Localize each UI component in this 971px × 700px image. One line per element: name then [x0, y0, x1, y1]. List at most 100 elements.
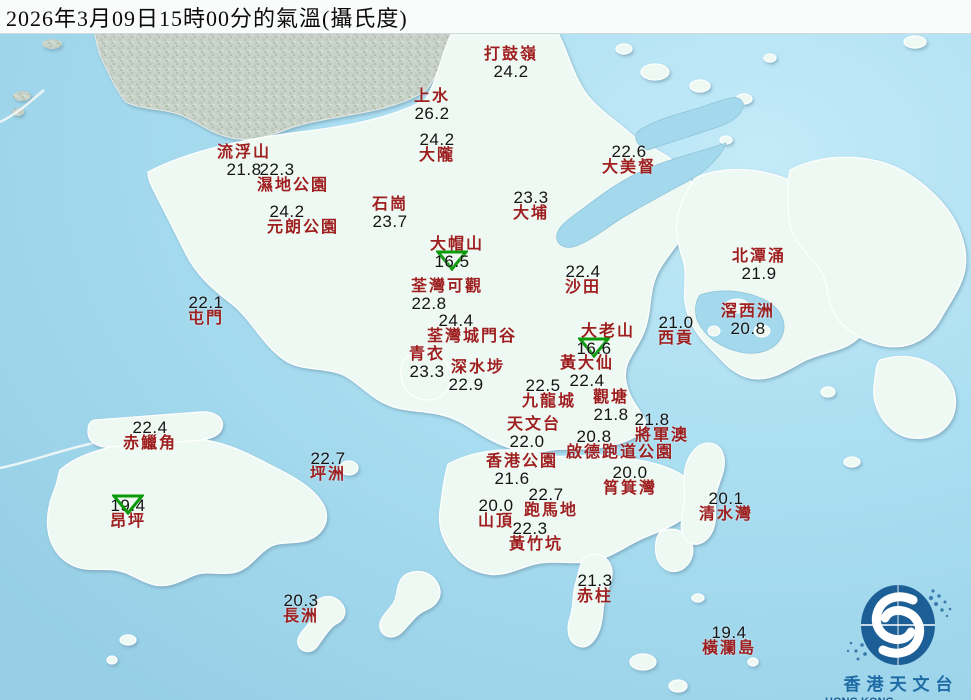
station-name: 清水灣 — [699, 507, 753, 523]
hko-logo: 香港天文台 HONG KONG OBSERVATORY — [825, 583, 971, 700]
temperature-map-screen: 2026年3月09日15時00分的氣溫(攝氏度) 打鼓嶺 24.2 上水 26.… — [0, 0, 971, 700]
station-temperature-value: 20.0 — [612, 464, 647, 481]
station-name: 大老山 — [581, 324, 635, 340]
station-name: 荃灣可觀 — [411, 279, 483, 295]
station-name: 流浮山 — [217, 145, 271, 161]
title-bar: 2026年3月09日15時00分的氣溫(攝氏度) — [0, 0, 971, 34]
station: 赤鱲角 22.4 — [123, 419, 177, 453]
station-name: 黃竹坑 — [509, 537, 563, 553]
station: 橫瀾島 19.4 — [702, 624, 756, 658]
station-name: 昂坪 — [110, 514, 146, 530]
station-temperature-value: 20.1 — [708, 490, 743, 507]
station-name: 西貢 — [658, 331, 694, 347]
station-name: 元朗公園 — [267, 220, 339, 236]
station: 元朗公園 24.2 — [267, 203, 339, 237]
station-name: 天文台 — [507, 417, 561, 433]
station-name: 大埔 — [513, 206, 549, 222]
station-name: 筲箕灣 — [603, 481, 657, 497]
station: 荃灣可觀 22.8 — [411, 279, 483, 313]
station-temperature-value: 23.3 — [409, 363, 444, 380]
station: 大隴 24.2 — [419, 131, 455, 165]
station: 赤柱 21.3 — [577, 572, 613, 606]
station-temperature-value: 23.7 — [372, 213, 407, 230]
station: 坪洲 22.7 — [310, 450, 346, 484]
station-temperature-value: 19.4 — [110, 497, 145, 514]
station: 黃竹坑 22.3 — [509, 520, 563, 554]
station: 打鼓嶺 24.2 — [484, 47, 538, 81]
station: 九龍城 22.5 — [522, 377, 576, 411]
station-name: 長洲 — [283, 609, 319, 625]
station-temperature-value: 22.4 — [132, 419, 167, 436]
station: 長洲 20.3 — [283, 592, 319, 626]
station: 濕地公園 22.3 — [257, 161, 329, 195]
station-name: 石崗 — [372, 197, 408, 213]
station-temperature-value: 20.0 — [478, 497, 513, 514]
station-temperature-value: 22.1 — [188, 294, 223, 311]
station: 屯門 22.1 — [188, 294, 224, 328]
station-temperature-value: 23.3 — [513, 189, 548, 206]
station: 香港公園 21.6 — [486, 454, 558, 488]
station-temperature-value: 22.3 — [512, 520, 547, 537]
station-temperature-value: 22.7 — [528, 486, 563, 503]
station-temperature-value: 22.0 — [509, 433, 544, 450]
station-temperature-value: 22.7 — [310, 450, 345, 467]
station: 大帽山 16.5 — [430, 237, 484, 271]
station-temperature-value: 19.4 — [711, 624, 746, 641]
station-temperature-value: 20.3 — [283, 592, 318, 609]
station: 大埔 23.3 — [513, 189, 549, 223]
station-temperature-value: 20.8 — [730, 320, 765, 337]
station: 深水埗 22.9 — [451, 360, 505, 394]
hko-logo-text-zh: 香港天文台 — [838, 670, 959, 695]
station-temperature-value: 22.3 — [259, 161, 294, 178]
station: 大美督 22.6 — [602, 143, 656, 177]
station: 上水 26.2 — [414, 89, 450, 123]
station-name: 屯門 — [188, 311, 224, 327]
station: 觀塘 21.8 — [593, 390, 629, 424]
station-name: 濕地公園 — [257, 178, 329, 194]
station: 大老山 16.6 — [581, 324, 635, 358]
station-temperature-value: 22.9 — [448, 376, 483, 393]
station-temperature-value: 21.8 — [593, 406, 628, 423]
station-temperature-value: 20.8 — [576, 428, 611, 445]
station-temperature-value: 24.4 — [438, 312, 473, 329]
station-temperature-value: 22.6 — [611, 143, 646, 160]
station: 天文台 22.0 — [507, 417, 561, 451]
station: 啟德跑道公園 20.8 — [566, 428, 674, 462]
station-name: 沙田 — [565, 280, 601, 296]
station-temperature-value: 21.8 — [634, 411, 669, 428]
station-name: 大隴 — [419, 148, 455, 164]
hko-logo-text-en: HONG KONG OBSERVATORY — [825, 696, 971, 700]
station-name: 北潭涌 — [732, 249, 786, 265]
station: 筲箕灣 20.0 — [603, 464, 657, 498]
station-name: 青衣 — [409, 347, 445, 363]
station-name: 打鼓嶺 — [484, 47, 538, 63]
station-name: 滘西洲 — [721, 304, 775, 320]
station: 北潭涌 21.9 — [732, 249, 786, 283]
station-temperature-value: 21.9 — [741, 265, 776, 282]
station-temperature-value: 24.2 — [269, 203, 304, 220]
station-name: 大美督 — [602, 160, 656, 176]
station-temperature-value: 22.5 — [525, 377, 560, 394]
station-name: 觀塘 — [593, 390, 629, 406]
station: 跑馬地 22.7 — [524, 486, 578, 520]
station: 沙田 22.4 — [565, 263, 601, 297]
station-name: 九龍城 — [522, 394, 576, 410]
station: 石崗 23.7 — [372, 197, 408, 231]
station-name: 香港公園 — [486, 454, 558, 470]
station: 荃灣城門谷 24.4 — [427, 312, 517, 346]
station: 青衣 23.3 — [409, 347, 445, 381]
station-name: 上水 — [414, 89, 450, 105]
page-title: 2026年3月09日15時00分的氣溫(攝氏度) — [0, 1, 408, 33]
station: 昂坪 19.4 — [110, 497, 146, 531]
station-name: 深水埗 — [451, 360, 505, 376]
station-name: 橫瀾島 — [702, 641, 756, 657]
station-temperature-value: 21.3 — [577, 572, 612, 589]
station: 西貢 21.0 — [658, 314, 694, 348]
station-name: 黃大仙 — [560, 356, 614, 372]
station-name: 啟德跑道公園 — [566, 445, 674, 461]
station-temperature-value: 24.2 — [493, 63, 528, 80]
station-temperature-value: 24.2 — [419, 131, 454, 148]
station-name: 跑馬地 — [524, 503, 578, 519]
station-name: 大帽山 — [430, 237, 484, 253]
station-name: 赤鱲角 — [123, 436, 177, 452]
